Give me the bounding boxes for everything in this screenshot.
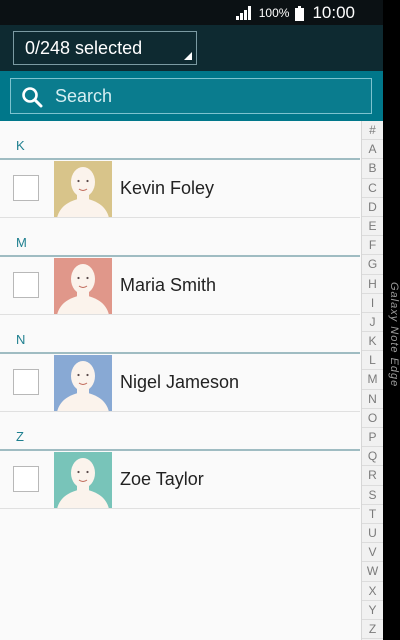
index-letter[interactable]: K	[362, 332, 383, 352]
dropdown-arrow-icon	[184, 52, 192, 60]
contact-name: Zoe Taylor	[120, 469, 204, 489]
index-letter[interactable]: L	[362, 351, 383, 371]
index-letter[interactable]: R	[362, 466, 383, 486]
contacts-screen: 100% 10:00 0/248 selected KKevin FoleyMM…	[0, 0, 383, 640]
battery-percent: 100%	[258, 6, 290, 20]
contact-group: K Kevin Foley	[0, 121, 360, 218]
index-letter[interactable]: E	[362, 217, 383, 237]
index-letter[interactable]: S	[362, 486, 383, 505]
index-letter[interactable]: G	[362, 255, 383, 275]
person-icon	[54, 452, 112, 509]
index-letter[interactable]: C	[362, 179, 383, 198]
index-letter[interactable]: O	[362, 409, 383, 428]
person-icon	[54, 355, 112, 412]
index-letter[interactable]: I	[362, 294, 383, 313]
index-letter[interactable]: W	[362, 562, 383, 582]
index-letter[interactable]: B	[362, 159, 383, 179]
index-letter[interactable]: Y	[362, 601, 383, 620]
index-letter[interactable]: #	[362, 121, 383, 141]
contact-group: Z Zoe Taylor	[0, 412, 360, 509]
index-letter[interactable]: J	[362, 313, 383, 333]
contact-group: M Maria Smith	[0, 218, 360, 315]
status-icons: 100% 10:00	[235, 3, 355, 23]
alphabet-index[interactable]: # A B C D E F G H I J K L M N O P Q R S T U V W X Y Z	[361, 121, 383, 640]
contact-checkbox[interactable]	[13, 466, 39, 492]
group-letter: M	[16, 235, 27, 250]
person-icon	[54, 161, 112, 218]
search-icon	[22, 87, 43, 108]
row-divider	[0, 508, 360, 509]
contact-checkbox[interactable]	[13, 175, 39, 201]
index-letter[interactable]: P	[362, 428, 383, 448]
group-letter: Z	[16, 429, 24, 444]
index-letter[interactable]: X	[362, 582, 383, 601]
battery-icon	[295, 5, 305, 21]
contact-name: Nigel Jameson	[120, 372, 240, 392]
avatar	[54, 355, 112, 412]
search-bar	[0, 71, 383, 121]
signal-icon	[235, 6, 253, 20]
clock: 10:00	[312, 3, 355, 22]
selection-count: 0/248 selected	[25, 38, 143, 58]
index-letter[interactable]: U	[362, 524, 383, 544]
contact-group: N Nigel Jameson	[0, 315, 360, 412]
avatar	[54, 452, 112, 509]
avatar	[54, 161, 112, 218]
group-letter: N	[16, 332, 26, 347]
index-letter[interactable]: M	[362, 370, 383, 390]
contact-row[interactable]: Zoe Taylor	[0, 451, 360, 509]
index-letter[interactable]: T	[362, 505, 383, 524]
contact-row[interactable]: Maria Smith	[0, 257, 360, 315]
contact-checkbox[interactable]	[13, 272, 39, 298]
contact-list: K Kevin Foley M Maria Smith N Nigel Jameson Z Z…	[0, 121, 360, 640]
index-letter[interactable]: D	[362, 198, 383, 217]
index-letter[interactable]: V	[362, 543, 383, 563]
search-box[interactable]	[10, 78, 372, 114]
index-letter[interactable]: N	[362, 390, 383, 409]
index-letter[interactable]: Q	[362, 447, 383, 467]
contact-name: Kevin Foley	[120, 178, 215, 198]
status-bar: 100% 10:00	[0, 0, 383, 25]
index-letter[interactable]: H	[362, 275, 383, 294]
index-letter[interactable]: A	[362, 140, 383, 160]
index-letter[interactable]: F	[362, 236, 383, 256]
person-icon	[54, 258, 112, 315]
index-letter[interactable]: Z	[362, 620, 383, 640]
selection-header: 0/248 selected	[0, 25, 383, 71]
avatar	[54, 258, 112, 315]
contact-name: Maria Smith	[120, 275, 217, 295]
search-input[interactable]	[55, 79, 355, 113]
selection-dropdown[interactable]: 0/248 selected	[13, 31, 197, 65]
contact-row[interactable]: Kevin Foley	[0, 160, 360, 218]
edge-label: Galaxy Note Edge	[388, 282, 400, 388]
contact-row[interactable]: Nigel Jameson	[0, 354, 360, 412]
contact-checkbox[interactable]	[13, 369, 39, 395]
group-letter: K	[16, 138, 25, 153]
